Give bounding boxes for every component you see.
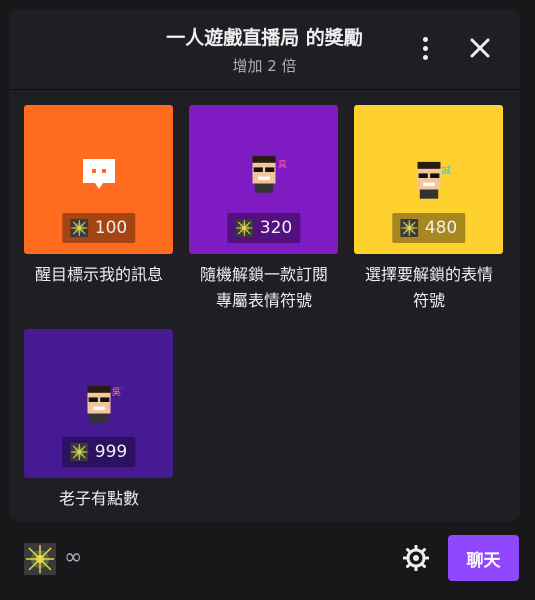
reward-cost: 999: [61, 437, 136, 467]
emote-icon: 誠意: [417, 161, 452, 199]
chat-button[interactable]: 聊天: [448, 535, 519, 581]
reward-label: 醒目標示我的訊息: [34, 265, 163, 284]
reward-cost: 480: [391, 213, 466, 243]
reward-label: 老子有點數: [58, 489, 139, 508]
channel-points-balance-icon[interactable]: [24, 543, 56, 575]
channel-points-icon: [399, 219, 418, 237]
svg-text:吳軍: 吳軍: [111, 387, 121, 398]
points-balance: ∞: [64, 545, 83, 570]
reward-cost: 100: [61, 213, 136, 243]
multiplier-subtitle: 增加 2 倍: [232, 57, 297, 75]
more-options-icon[interactable]: [419, 37, 431, 63]
reward-card-highlight[interactable]: 100: [24, 105, 173, 254]
reward-card-random-emote[interactable]: 真香 320: [189, 105, 338, 254]
reward-cost: 320: [226, 213, 301, 243]
svg-text:真香: 真香: [277, 158, 286, 170]
channel-points-icon: [69, 443, 88, 461]
reward-card-points[interactable]: 吳軍 999: [24, 329, 173, 478]
gear-icon[interactable]: [403, 545, 429, 571]
emote-icon: 吳軍: [87, 385, 122, 423]
highlight-message-icon: [82, 159, 115, 189]
channel-points-icon: [234, 219, 253, 237]
reward-label: 選擇要解鎖的表情 符號: [364, 265, 493, 310]
svg-text:誠意: 誠意: [441, 164, 451, 176]
channel-points-icon: [69, 219, 88, 237]
emote-icon: 真香: [252, 155, 287, 193]
panel-title: 一人遊戲直播局 的獎勵: [166, 27, 363, 49]
panel-header: 一人遊戲直播局 的獎勵 增加 2 倍: [9, 9, 520, 90]
reward-card-choose-emote[interactable]: 誠意 480: [354, 105, 503, 254]
reward-label: 隨機解鎖一款訂閱 專屬表情符號: [199, 265, 328, 310]
close-icon[interactable]: [469, 37, 491, 59]
